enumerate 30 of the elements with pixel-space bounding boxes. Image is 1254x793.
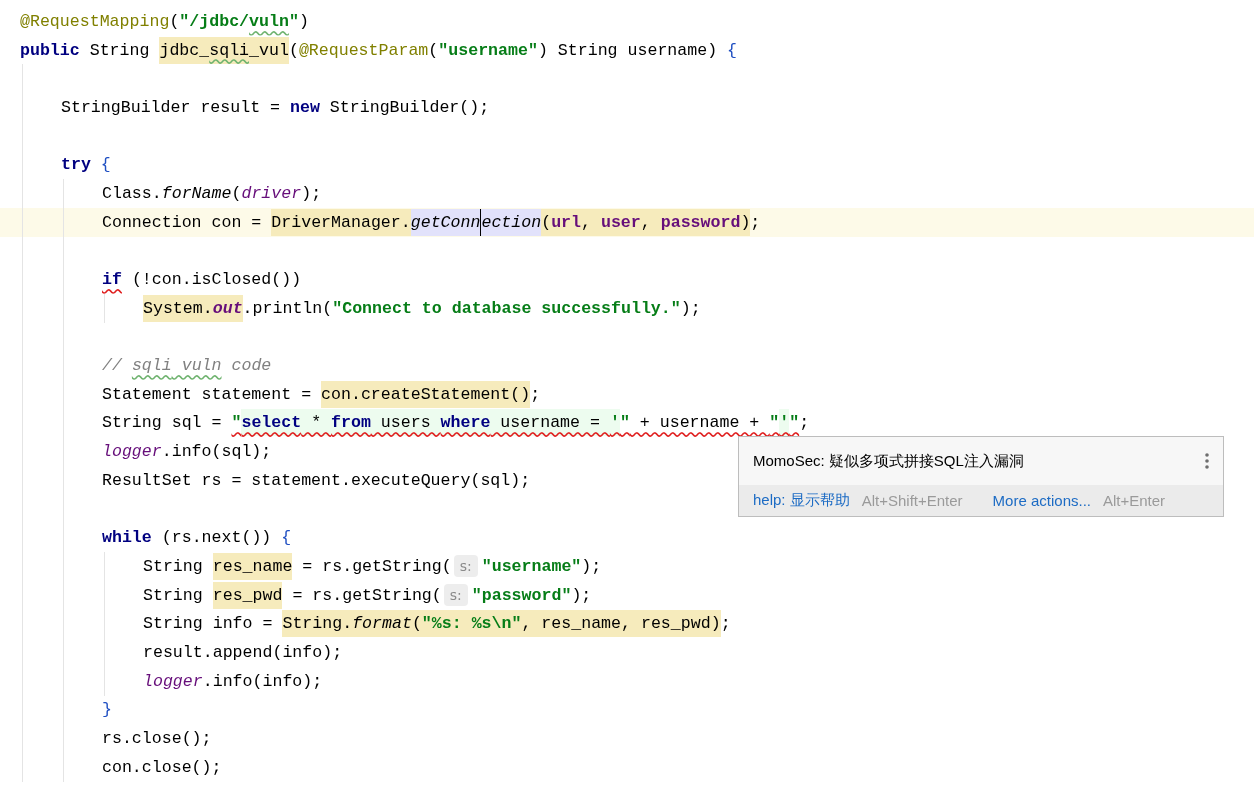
parameter-hint: s: [453,555,478,578]
action-link[interactable]: help: 显示帮助 [753,491,850,510]
code-line: String res_pwd = rs.getString( s: "password"); [143,581,592,609]
shortcut-hint: Alt+Enter [1103,492,1166,509]
code-line: } [102,699,112,722]
code-line: // sqli vuln code [102,355,272,378]
code-line: StringBuilder result = new StringBuilder(); [61,96,490,119]
code-line: @RequestMapping("/jdbc/vuln") [20,10,309,33]
code-line: rs.close(); [102,728,212,751]
code-line: String sql = "select * from users where username = '" + username + "'"; [102,409,810,437]
code-line: con.close(); [102,756,222,779]
code-line: if (!con.isClosed()) [102,269,302,292]
code-line: System.out.println("Connect to database successfully."); [143,294,701,322]
code-line: try { [61,154,111,177]
inspection-message: MomoSec: 疑似多项式拼接SQL注入漏洞 [753,451,1024,471]
more-menu-icon[interactable] [1205,453,1209,469]
code-line: Connection con = DriverManager.getConnection(url, user, password); [102,208,761,236]
code-line: while (rs.next()) { [102,527,292,550]
code-line: logger.info(sql); [102,441,272,464]
action-link[interactable]: More actions... [992,492,1091,509]
code-line: Class.forName(driver); [102,182,322,205]
code-line: ResultSet rs = statement.executeQuery(sql); [102,469,531,492]
code-line: result.append(info); [143,641,343,664]
shortcut-hint: Alt+Shift+Enter [861,492,963,509]
code-line: public String jdbc_sqli_vul(@RequestParam("username") String username) { [20,36,738,64]
code-line: String info = String.format("%s: %s\n", res_name, res_pwd); [143,610,731,638]
code-line: String res_name = rs.getString( s: "username"); [143,552,602,580]
code-line: logger.info(info); [143,670,323,693]
parameter-hint: s: [443,584,468,607]
code-line: Statement statement = con.createStatement(); [102,380,541,408]
